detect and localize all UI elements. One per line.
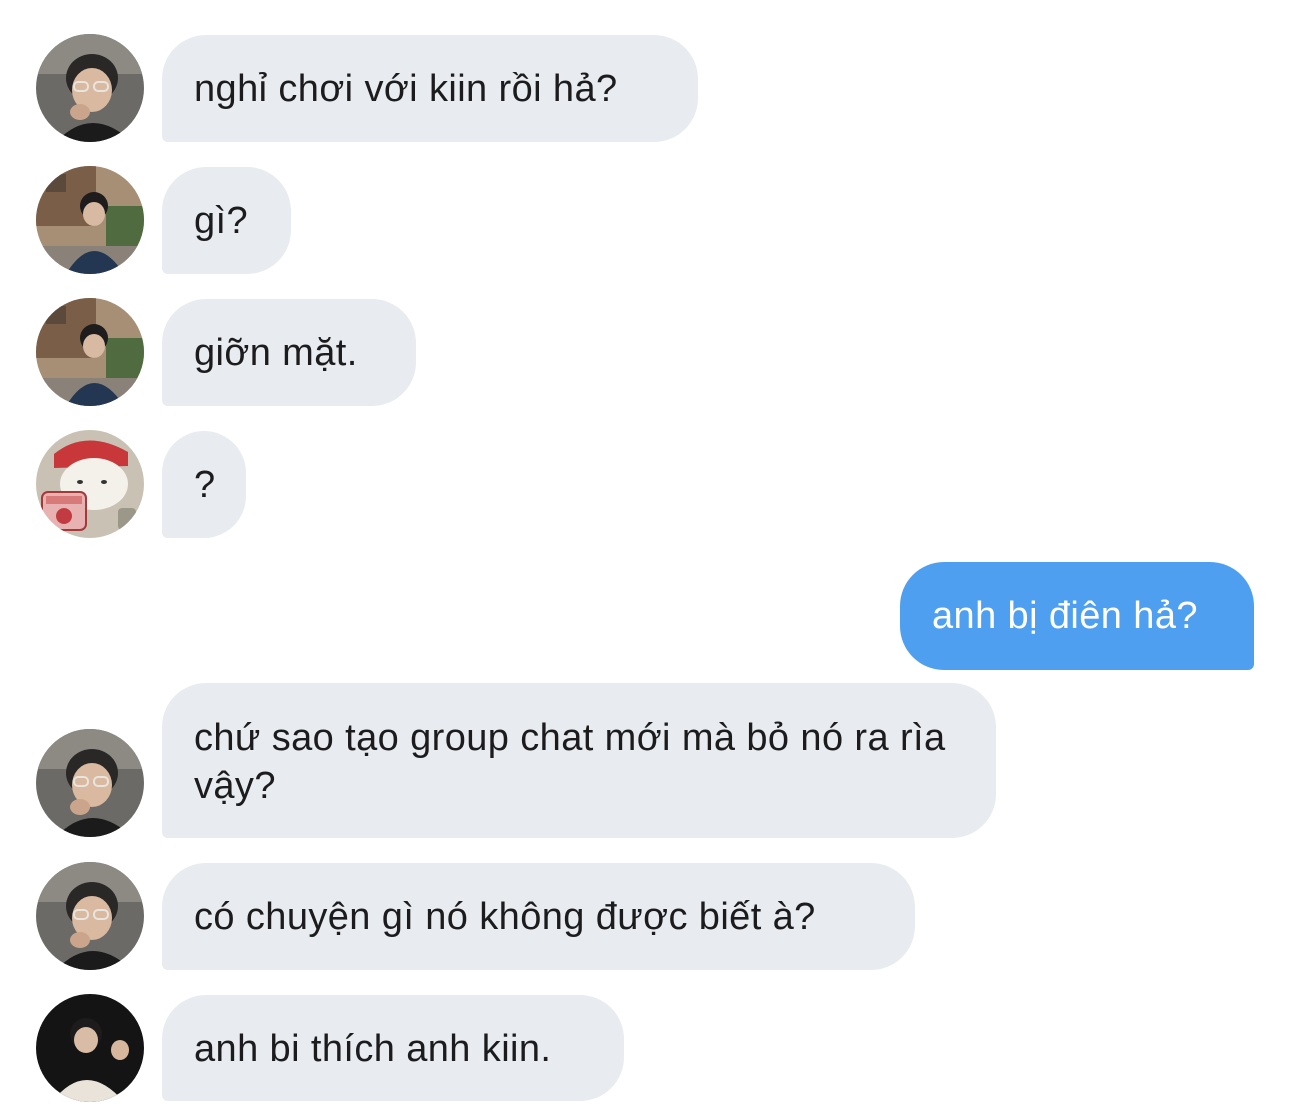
avatar-street-image	[36, 298, 144, 406]
message-text: gì?	[194, 200, 249, 242]
avatar-dark-image	[36, 994, 144, 1102]
message-bubble[interactable]: có chuyện gì nó không được biết à?	[162, 863, 915, 970]
message-text: nghỉ chơi với kiin rồi hả?	[194, 68, 618, 110]
message-text: ?	[194, 464, 216, 506]
message-bubble[interactable]: gì?	[162, 167, 291, 274]
avatar-street[interactable]	[36, 166, 144, 274]
avatar-dark[interactable]	[36, 994, 144, 1102]
message-text: anh bi thích anh kiin.	[194, 1028, 552, 1070]
message-bubble[interactable]: anh bi thích anh kiin.	[162, 995, 624, 1101]
avatar-glasses[interactable]	[36, 729, 144, 837]
message-bubble[interactable]: nghỉ chơi với kiin rồi hả?	[162, 35, 698, 142]
avatar-glasses[interactable]	[36, 862, 144, 970]
avatar-cartoon-bear-image	[36, 430, 144, 538]
message-bubble[interactable]: giỡn mặt.	[162, 299, 416, 406]
message-text: có chuyện gì nó không được biết à?	[194, 896, 816, 938]
message-text: anh bị điên hả?	[932, 595, 1198, 637]
message-text: chứ sao tạo group chat mới mà bỏ nó ra r…	[194, 717, 946, 807]
avatar-glasses-image	[36, 862, 144, 970]
avatar-glasses-image	[36, 34, 144, 142]
message-bubble[interactable]: ?	[162, 431, 246, 538]
message-bubble[interactable]: chứ sao tạo group chat mới mà bỏ nó ra r…	[162, 683, 996, 838]
avatar-glasses[interactable]	[36, 34, 144, 142]
avatar-glasses-image	[36, 729, 144, 837]
avatar-street-image	[36, 166, 144, 274]
avatar-cartoon-bear[interactable]	[36, 430, 144, 538]
message-bubble-outgoing[interactable]: anh bị điên hả?	[900, 562, 1254, 670]
avatar-street[interactable]	[36, 298, 144, 406]
message-text: giỡn mặt.	[194, 332, 358, 374]
